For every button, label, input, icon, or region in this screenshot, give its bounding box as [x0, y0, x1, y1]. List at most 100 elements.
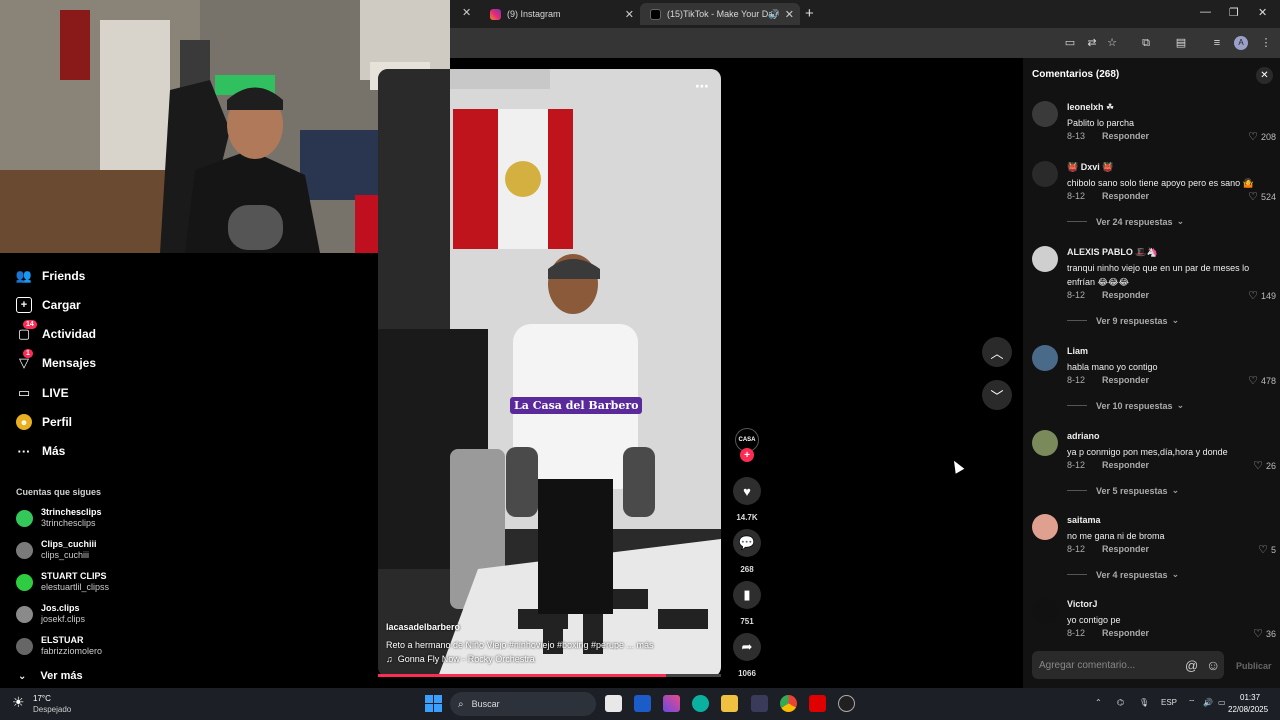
edge-icon[interactable] [692, 695, 709, 712]
avatar[interactable] [1032, 430, 1058, 456]
view-replies-button[interactable]: Ver 9 respuestas ⌄ [1067, 315, 1179, 326]
mention-icon[interactable]: @ [1185, 658, 1198, 673]
bookmark-star-icon[interactable]: ☆ [1105, 36, 1119, 50]
comment-username[interactable]: Liam [1067, 346, 1088, 356]
comment-username[interactable]: adriano [1067, 431, 1100, 441]
close-icon[interactable]: ✕ [625, 8, 634, 21]
comment-like-button[interactable]: ♡ 478 [1248, 374, 1276, 387]
avatar[interactable] [1032, 101, 1058, 127]
sidebar-item-upload[interactable]: + Cargar [16, 297, 81, 313]
cast-icon[interactable]: ▭ [1063, 36, 1077, 50]
copilot-icon[interactable] [663, 695, 680, 712]
clock-date[interactable]: 22/08/2025 [1228, 705, 1268, 714]
reply-button[interactable]: Responder [1102, 131, 1149, 141]
previous-video-button[interactable]: ︿ [982, 337, 1012, 367]
close-window-icon[interactable]: ✕ [1258, 6, 1267, 19]
comment-like-button[interactable]: ♡ 149 [1248, 289, 1276, 302]
reply-button[interactable]: Responder [1102, 191, 1149, 201]
comment-like-button[interactable]: ♡ 524 [1248, 190, 1276, 203]
language-indicator[interactable]: ESP [1161, 698, 1177, 707]
view-replies-button[interactable]: Ver 10 respuestas ⌄ [1067, 400, 1184, 411]
comment-button[interactable]: 💬 268 [733, 529, 761, 574]
close-comments-button[interactable]: ✕ [1256, 67, 1273, 84]
reply-button[interactable]: Responder [1102, 375, 1149, 385]
emoji-icon[interactable]: ☺ [1206, 657, 1220, 673]
file-explorer-icon[interactable] [721, 695, 738, 712]
extensions-icon[interactable]: ⧉ [1139, 36, 1153, 50]
view-replies-button[interactable]: Ver 4 respuestas ⌄ [1067, 569, 1179, 580]
menu-kebab-icon[interactable]: ⋮ [1259, 36, 1273, 50]
sidebar-item-more[interactable]: ··· Más [16, 443, 66, 459]
sidebar-item-live[interactable]: ▭ LIVE [16, 385, 69, 401]
avatar[interactable] [1032, 345, 1058, 371]
follow-plus-button[interactable]: + [740, 448, 754, 462]
avatar[interactable] [1032, 161, 1058, 187]
comment-like-button[interactable]: ♡ 36 [1253, 627, 1276, 640]
view-replies-button[interactable]: Ver 24 respuestas ⌄ [1067, 216, 1184, 227]
task-view-icon[interactable] [605, 695, 622, 712]
chevron-up-icon[interactable]: ⌃ [1095, 698, 1102, 707]
reply-button[interactable]: Responder [1102, 460, 1149, 470]
minimize-icon[interactable]: — [1200, 6, 1211, 18]
translate-icon[interactable]: ⇄ [1085, 36, 1099, 50]
following-account[interactable]: STUART CLIPS elestuartlil_clipss [16, 571, 109, 593]
avatar[interactable] [1032, 514, 1058, 540]
share-button[interactable]: ➦ 1066 [733, 633, 761, 678]
profile-avatar[interactable]: A [1234, 36, 1248, 50]
following-account[interactable]: Clips_cuchiii clips_cuchiii [16, 539, 97, 561]
store-icon[interactable] [751, 695, 768, 712]
app-icon[interactable] [634, 695, 651, 712]
sidepanel-icon[interactable]: ▤ [1174, 36, 1188, 50]
reply-button[interactable]: Responder [1102, 628, 1149, 638]
app-icon[interactable] [838, 695, 855, 712]
restore-icon[interactable]: ❐ [1229, 6, 1239, 19]
comment-like-button[interactable]: ♡ 5 [1258, 543, 1276, 556]
microphone-icon[interactable]: 🎙 [1139, 698, 1149, 707]
media-icon[interactable]: ≡ [1210, 36, 1224, 50]
publish-button[interactable]: Publicar [1236, 661, 1272, 671]
comment-like-button[interactable]: ♡ 208 [1248, 130, 1276, 143]
comment-username[interactable]: leonelxh ☘ [1067, 102, 1114, 113]
youtube-icon[interactable] [809, 695, 826, 712]
battery-icon[interactable]: ▭ [1218, 698, 1226, 707]
video-player[interactable]: La Casa del Barbero [378, 69, 721, 677]
save-button[interactable]: ▮ 751 [733, 581, 761, 626]
sidebar-item-messages[interactable]: ▽ 1 Mensajes [16, 349, 96, 371]
view-replies-button[interactable]: Ver 5 respuestas ⌄ [1067, 485, 1179, 496]
next-video-button[interactable]: ﹀ [982, 380, 1012, 410]
sidebar-item-activity[interactable]: ▢ 14 Actividad [16, 320, 96, 342]
volume-icon[interactable]: 🔊 [1203, 698, 1213, 707]
comment-username[interactable]: saitama [1067, 515, 1101, 525]
clock-time[interactable]: 01:37 [1240, 693, 1260, 702]
network-icon[interactable]: ⌬ [1117, 698, 1124, 707]
close-icon[interactable]: ✕ [785, 8, 794, 21]
weather-icon[interactable]: ☀ [12, 694, 25, 711]
sidebar-item-profile[interactable]: ☻ Perfil [16, 414, 72, 430]
comment-like-button[interactable]: ♡ 26 [1253, 459, 1276, 472]
comment-username[interactable]: 👹 Dxvi 👹 [1067, 162, 1113, 173]
avatar[interactable] [1032, 598, 1058, 624]
video-author[interactable]: lacasadelbarbero [386, 622, 460, 632]
avatar[interactable] [1032, 246, 1058, 272]
like-button[interactable]: ♥ 14.7K [733, 477, 761, 522]
video-music[interactable]: ♫ Gonna Fly Now - Rocky Orchestra [386, 654, 535, 664]
following-account[interactable]: 3trinchesclips 3trinchesclips [16, 507, 102, 529]
comment-username[interactable]: VictorJ [1067, 599, 1097, 609]
taskbar-search[interactable]: ⌕ Buscar [450, 692, 596, 716]
speaker-icon[interactable]: 🔊 [769, 9, 780, 20]
comment-username[interactable]: ALEXIS PABLO 🎩🦄 [1067, 247, 1158, 258]
see-more-button[interactable]: ⌄ Ver más [18, 670, 83, 682]
tab-instagram[interactable]: (9) Instagram ✕ [480, 3, 640, 25]
sidebar-item-friends[interactable]: 👥 Friends [16, 268, 85, 284]
wifi-icon[interactable]: ⌔ [1188, 698, 1196, 708]
start-button[interactable] [425, 695, 442, 712]
tab-tiktok[interactable]: (15)TikTok - Make Your Day 🔊 ✕ [640, 3, 800, 25]
chrome-icon[interactable] [780, 695, 797, 712]
reply-button[interactable]: Responder [1102, 544, 1149, 554]
new-tab-button[interactable]: + [805, 5, 814, 22]
close-icon[interactable]: ✕ [462, 6, 471, 19]
more-options-icon[interactable]: ⋯ [695, 78, 710, 95]
reply-button[interactable]: Responder [1102, 290, 1149, 300]
following-account[interactable]: ELSTUAR fabrizziomolero [16, 635, 102, 657]
following-account[interactable]: Jos.clips josekf.clips [16, 603, 85, 625]
